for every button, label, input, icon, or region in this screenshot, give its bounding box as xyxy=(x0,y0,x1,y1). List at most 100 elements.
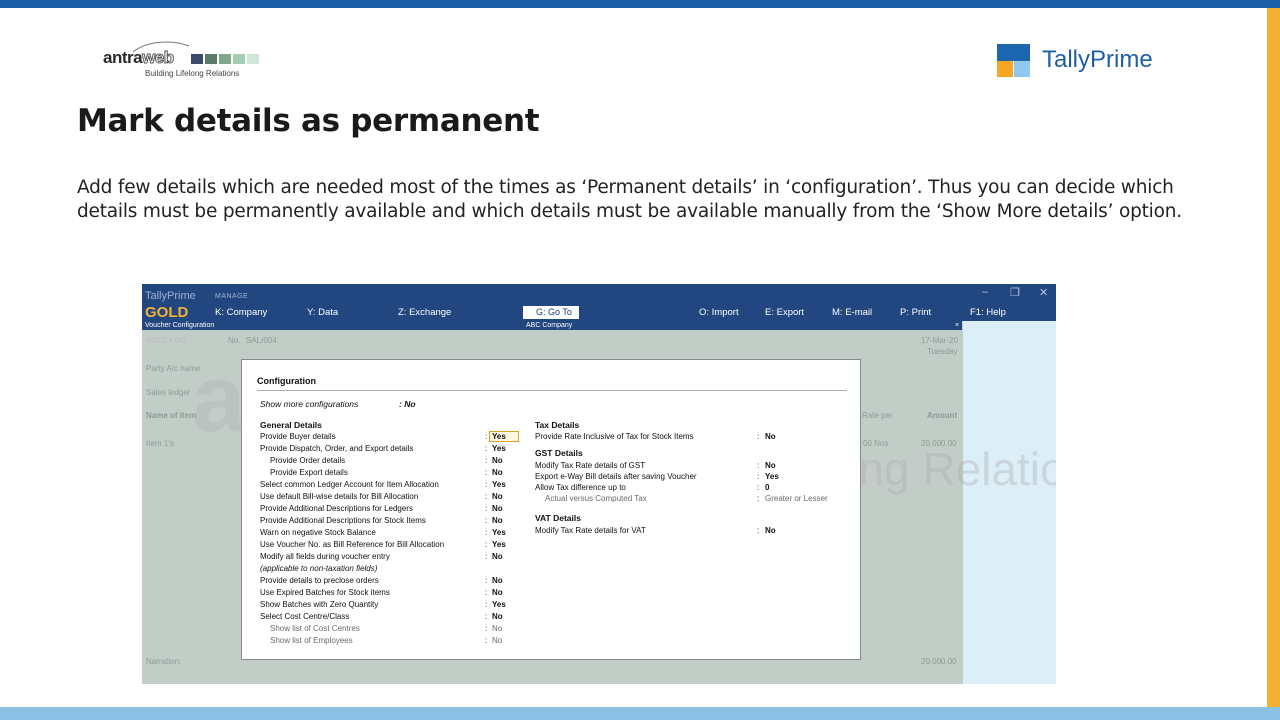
voucher-day: Tuesday xyxy=(927,347,958,356)
config-row-value[interactable]: Yes xyxy=(492,540,506,549)
menu-print[interactable]: P: Print xyxy=(900,307,931,318)
config-row[interactable]: Warn on negative Stock Balance: Yes xyxy=(260,528,582,540)
config-row-colon: : xyxy=(485,576,488,585)
config-row-colon: : xyxy=(485,432,488,441)
party-label: Party A/c name xyxy=(146,364,201,373)
config-row-label: Provide Buyer details xyxy=(260,432,336,441)
config-row-label: Modify Tax Rate details of GST xyxy=(535,461,646,470)
antraweb-squares-icon xyxy=(191,54,259,64)
config-row-value[interactable]: No xyxy=(492,504,503,513)
config-row-value[interactable]: Greater or Lesser xyxy=(765,494,828,503)
config-row-value[interactable]: No xyxy=(765,526,776,535)
config-row[interactable]: Provide Additional Descriptions for Stoc… xyxy=(260,516,582,528)
menu-company[interactable]: K: Company xyxy=(215,307,267,318)
config-row[interactable]: Provide Rate Inclusive of Tax for Stock … xyxy=(535,432,855,444)
config-row-colon: : xyxy=(757,472,760,481)
config-row-colon: : xyxy=(485,636,488,645)
subbar-close-icon[interactable]: × xyxy=(955,321,959,330)
general-details-title: General Details xyxy=(260,420,322,430)
config-row-value[interactable]: 0 xyxy=(765,483,769,492)
config-row[interactable]: Modify Tax Rate details for VAT: No xyxy=(535,526,855,538)
config-row-value[interactable]: No xyxy=(765,432,776,441)
menu-help[interactable]: F1: Help xyxy=(970,307,1006,318)
app-edition: GOLD xyxy=(145,304,189,321)
config-row[interactable]: Modify all fields during voucher entry: N… xyxy=(260,552,582,564)
config-row[interactable]: Provide Order details: No xyxy=(260,456,582,468)
config-row[interactable]: Provide details to preclose orders: No xyxy=(260,576,582,588)
menu-exchange[interactable]: Z: Exchange xyxy=(398,307,451,318)
right-button-panel xyxy=(963,321,1056,684)
config-row-colon: : xyxy=(757,483,760,492)
config-row[interactable]: Use Voucher No. as Bill Reference for Bi… xyxy=(260,540,582,552)
config-row[interactable]: Actual versus Computed Tax: Greater or Le… xyxy=(535,494,855,506)
antraweb-wordmark: antraweb xyxy=(103,48,175,68)
config-row-value[interactable]: Yes xyxy=(765,472,779,481)
close-icon[interactable]: ✕ xyxy=(1039,286,1048,299)
config-row[interactable]: Show list of Employees: No xyxy=(260,636,582,648)
config-row-value[interactable]: No xyxy=(492,516,503,525)
restore-icon[interactable]: ❐ xyxy=(1010,286,1020,299)
config-row-value[interactable]: No xyxy=(492,612,503,621)
tallyprime-mark-icon xyxy=(997,43,1030,77)
voucher-no-label: No. xyxy=(228,336,241,345)
config-row[interactable]: Provide Dispatch, Order, and Export deta… xyxy=(260,444,582,456)
name-of-item-header: Name of Item xyxy=(146,411,197,420)
config-row-colon: : xyxy=(485,540,488,549)
config-row[interactable]: Select common Ledger Account for Item Al… xyxy=(260,480,582,492)
config-row-value[interactable]: No xyxy=(492,636,502,645)
config-row-colon: : xyxy=(485,552,488,561)
config-row-value[interactable]: No xyxy=(765,461,776,470)
menu-email[interactable]: M: E-mail xyxy=(832,307,872,318)
voucher-type: SALE LOC xyxy=(146,336,187,345)
config-row-label: Show Batches with Zero Quantity xyxy=(260,600,379,609)
config-row-value[interactable]: No xyxy=(492,552,503,561)
menu-goto[interactable]: G: Go To xyxy=(523,306,579,319)
config-row-value[interactable]: Yes xyxy=(492,480,506,489)
config-row[interactable]: Use Expired Batches for Stock items: No xyxy=(260,588,582,600)
config-row-colon: : xyxy=(485,624,488,633)
config-row-colon: : xyxy=(485,480,488,489)
config-row-colon: : xyxy=(485,444,488,453)
menu-data[interactable]: Y: Data xyxy=(307,307,338,318)
config-row-label: Export e-Way Bill details after saving V… xyxy=(535,472,697,481)
config-row-value[interactable]: Yes xyxy=(489,431,519,442)
config-row-value[interactable]: No xyxy=(492,624,502,633)
show-more-value[interactable]: : No xyxy=(399,399,416,409)
config-row-value[interactable]: No xyxy=(492,468,503,477)
config-row-value[interactable]: No xyxy=(492,588,503,597)
config-row[interactable]: Show list of Cost Centres: No xyxy=(260,624,582,636)
config-row[interactable]: (applicable to non-taxation fields) xyxy=(260,564,582,576)
config-row-value[interactable]: No xyxy=(492,576,503,585)
slide-description: Add few details which are needed most of… xyxy=(77,177,1182,222)
configuration-title: Configuration xyxy=(257,376,316,386)
config-row-label: Select common Ledger Account for Item Al… xyxy=(260,480,439,489)
config-row-colon: : xyxy=(757,461,760,470)
config-row-label: Use Voucher No. as Bill Reference for Bi… xyxy=(260,540,445,549)
config-row-value[interactable]: Yes xyxy=(492,600,506,609)
config-row-colon: : xyxy=(485,612,488,621)
config-row-colon: : xyxy=(485,468,488,477)
config-row-value[interactable]: Yes xyxy=(492,444,506,453)
config-row[interactable]: Use default Bill-wise details for Bill A… xyxy=(260,492,582,504)
company-name: ABC Company xyxy=(526,322,573,329)
manage-label: MANAGE xyxy=(215,293,249,300)
config-row-label: Provide Export details xyxy=(270,468,348,477)
config-row[interactable]: Provide Additional Descriptions for Ledg… xyxy=(260,504,582,516)
voucher-config-bar: Voucher Configuration ABC Company × xyxy=(142,321,962,330)
config-row[interactable]: Provide Export details: No xyxy=(260,468,582,480)
config-row-colon: : xyxy=(485,588,488,597)
menu-import[interactable]: O: Import xyxy=(699,307,739,318)
config-row-value[interactable]: Yes xyxy=(492,528,506,537)
config-row[interactable]: Provide Buyer details: Yes xyxy=(260,431,582,444)
config-row-colon: : xyxy=(485,504,488,513)
config-row-label: Modify all fields during voucher entry xyxy=(260,552,390,561)
config-row-value[interactable]: No xyxy=(492,492,503,501)
minimize-icon[interactable]: – xyxy=(982,286,988,298)
menu-export[interactable]: E: Export xyxy=(765,307,804,318)
tallyprime-screenshot: TallyPrime GOLD MANAGE K: Company Y: Dat… xyxy=(142,284,1056,684)
config-row[interactable]: Show Batches with Zero Quantity: Yes xyxy=(260,600,582,612)
app-product-name: TallyPrime xyxy=(145,290,196,302)
config-row-value[interactable]: No xyxy=(492,456,503,465)
config-row-label: Provide details to preclose orders xyxy=(260,576,379,585)
config-row[interactable]: Select Cost Centre/Class: No xyxy=(260,612,582,624)
